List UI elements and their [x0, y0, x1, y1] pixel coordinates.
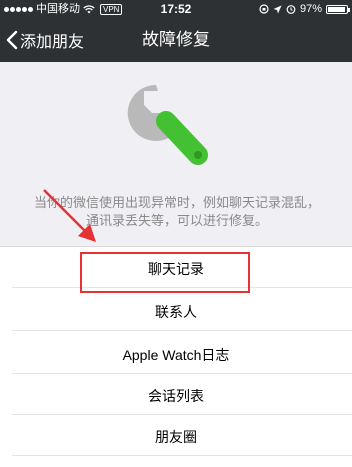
alarm-clock-icon — [286, 5, 296, 14]
highlight-box — [80, 252, 250, 293]
list-item-contacts[interactable]: 联系人 — [12, 294, 352, 331]
list-item-label: 联系人 — [155, 304, 197, 320]
battery-percent: 97% — [299, 3, 322, 15]
rotation-lock-icon — [259, 4, 269, 14]
list-item-conversation-list[interactable]: 会话列表 — [12, 378, 352, 415]
status-bar: 中国移动 VPN 17:52 97% — [0, 0, 352, 18]
location-arrow-icon — [273, 5, 282, 13]
list-item-label: 朋友圈 — [155, 429, 197, 445]
list-item-moments[interactable]: 朋友圈 — [12, 419, 352, 456]
list-item-apple-watch-log[interactable]: Apple Watch日志 — [12, 337, 352, 374]
wrench-icon — [127, 84, 208, 165]
navigation-bar: 添加朋友 故障修复 — [0, 18, 352, 62]
page-title: 故障修复 — [142, 30, 210, 49]
annotation-arrow-icon — [43, 189, 96, 242]
battery-icon — [326, 4, 350, 14]
top-bar: 中国移动 VPN 17:52 97% 添加朋友 故障修复 — [0, 0, 352, 62]
list-item-label: 会话列表 — [148, 388, 204, 404]
list-item-label: Apple Watch日志 — [122, 347, 230, 363]
